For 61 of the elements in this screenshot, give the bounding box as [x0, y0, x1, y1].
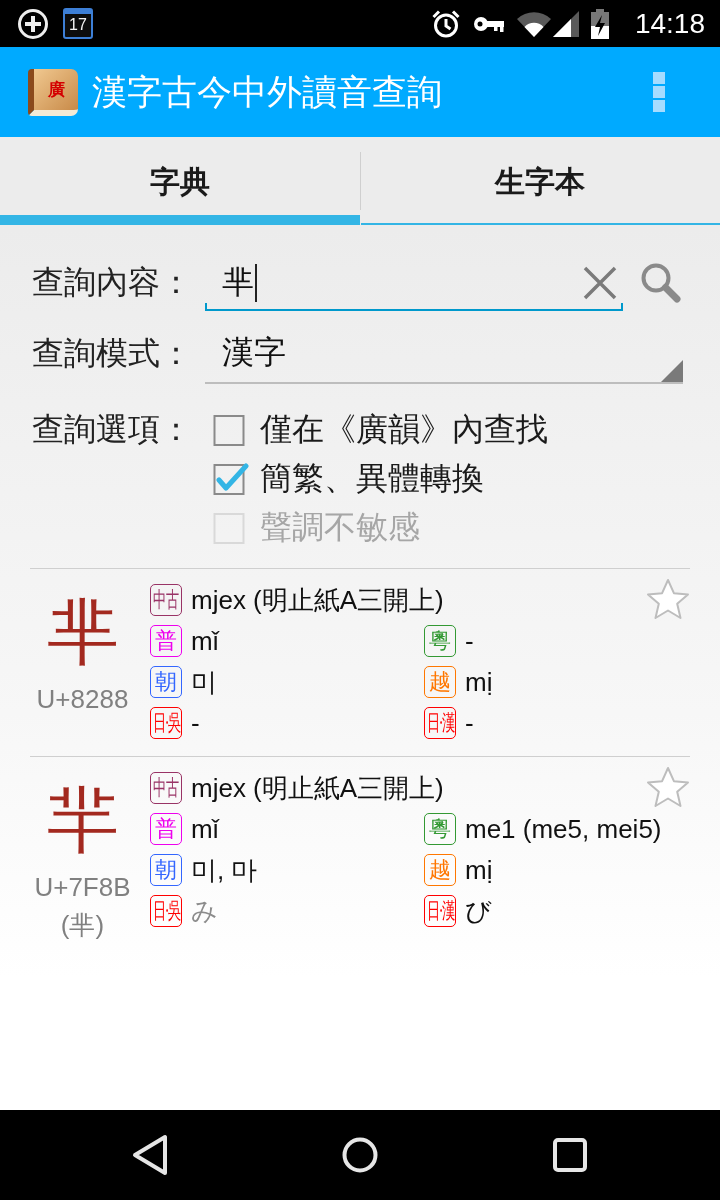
reading-text: び — [465, 894, 492, 928]
clear-icon[interactable] — [582, 265, 618, 301]
dialect-tag: 日·吳 — [150, 895, 182, 927]
dialect-tag: 粵 — [424, 813, 456, 845]
dialect-tag: 日·漢 — [424, 895, 456, 927]
add-circle-icon — [17, 7, 49, 40]
app-title: 漢字古今中外讀音查詢 — [92, 70, 442, 113]
wifi-icon — [515, 10, 552, 37]
dialect-tag: 越 — [424, 854, 456, 886]
status-time: 14:18 — [634, 7, 705, 40]
book-logo: 廣 — [28, 68, 78, 116]
recent-apps-icon[interactable] — [553, 1138, 587, 1172]
overflow-menu-icon[interactable] — [653, 72, 665, 112]
calendar-icon: 17 — [63, 8, 93, 39]
reading-text: - — [465, 707, 474, 739]
dialect-tag: 朝 — [150, 666, 182, 698]
tab[interactable]: 字典 — [0, 137, 360, 215]
reading-text: mjex (明止紙A三開上) — [191, 583, 444, 617]
code-point: U+7F8B — [34, 871, 131, 904]
dialect-tag: 普 — [150, 813, 182, 845]
reading-text: mǐ — [191, 625, 219, 657]
result-character: 芈 — [46, 592, 119, 672]
reading-text: - — [465, 625, 474, 657]
variant-character: (芈) — [60, 909, 105, 942]
dropdown-corner-icon — [661, 360, 683, 382]
reading-text: - — [191, 707, 200, 739]
reading-text: 미 — [191, 665, 217, 699]
signal-strength-icon — [552, 10, 579, 37]
field-label: 查詢模式： — [32, 334, 193, 373]
alarm-clock-icon — [430, 8, 461, 39]
reading-text: 미, 마 — [191, 853, 258, 887]
reading-text: mǐ — [191, 813, 219, 845]
option-label[interactable]: 簡繁、異體轉換 — [260, 456, 484, 501]
reading-text: me1 (me5, mei5) — [465, 813, 662, 845]
home-icon[interactable] — [342, 1137, 378, 1173]
mode-dropdown[interactable]: 漢字 — [205, 324, 683, 384]
dialect-tag: 越 — [424, 666, 456, 698]
text-cursor — [255, 264, 257, 302]
tab[interactable]: 生字本 — [360, 137, 720, 223]
star-icon[interactable] — [646, 766, 690, 810]
reading-text: み — [191, 894, 218, 928]
reading-text: mị — [465, 666, 493, 698]
star-icon[interactable] — [646, 578, 690, 622]
dialect-tag: 粵 — [424, 625, 456, 657]
code-point: U+8288 — [36, 683, 129, 716]
reading-text: mjex (明止紙A三開上) — [191, 771, 444, 805]
dialect-tag: 中古 — [150, 584, 182, 616]
back-icon[interactable] — [131, 1134, 169, 1176]
battery-icon — [590, 8, 609, 39]
reading-text: mị — [465, 854, 493, 886]
result-character: 羋 — [46, 780, 119, 860]
dialect-tag: 普 — [150, 625, 182, 657]
option-label[interactable]: 僅在《廣韻》內查找 — [260, 407, 548, 452]
dialect-tag: 日·漢 — [424, 707, 456, 739]
dialect-tag: 中古 — [150, 772, 182, 804]
field-label: 查詢內容： — [32, 263, 193, 302]
field-label: 查詢選項： — [32, 410, 193, 449]
dialect-tag: 日·吳 — [150, 707, 182, 739]
dialect-tag: 朝 — [150, 854, 182, 886]
search-icon[interactable] — [640, 262, 682, 304]
checkbox[interactable] — [213, 461, 249, 496]
